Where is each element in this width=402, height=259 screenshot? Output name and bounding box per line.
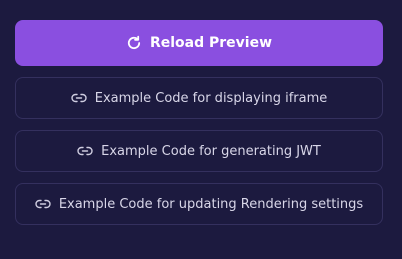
example-iframe-label: Example Code for displaying iframe — [94, 90, 328, 106]
reload-preview-button[interactable]: Reload Preview — [15, 20, 383, 66]
example-rendering-settings-button[interactable]: Example Code for updating Rendering sett… — [15, 183, 383, 225]
example-rendering-settings-label: Example Code for updating Rendering sett… — [58, 196, 364, 212]
preview-actions-panel: Reload Preview Example Code for displayi… — [0, 0, 402, 259]
link-icon — [71, 93, 87, 103]
example-iframe-button[interactable]: Example Code for displaying iframe — [15, 77, 383, 119]
reload-icon — [126, 35, 142, 51]
example-jwt-button[interactable]: Example Code for generating JWT — [15, 130, 383, 172]
link-icon — [35, 199, 51, 209]
reload-preview-label: Reload Preview — [149, 35, 273, 51]
example-jwt-label: Example Code for generating JWT — [101, 143, 321, 159]
link-icon — [77, 146, 93, 156]
